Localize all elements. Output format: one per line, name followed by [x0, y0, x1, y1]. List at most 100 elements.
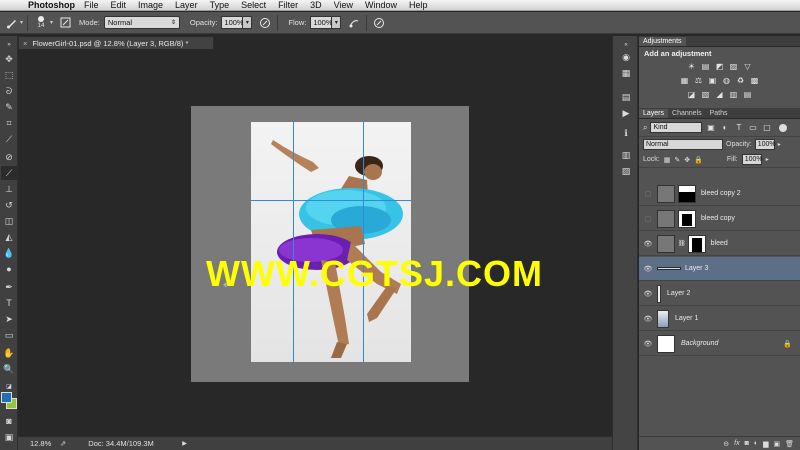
opacity-dropdown-icon[interactable]: ▾ — [243, 16, 253, 29]
pressure-size-icon[interactable] — [371, 15, 387, 31]
menu-view[interactable]: View — [334, 0, 353, 10]
menu-layer[interactable]: Layer — [175, 0, 198, 10]
channel-mixer-icon[interactable]: ♻ — [735, 75, 746, 86]
eye-icon[interactable]: 👁 — [639, 240, 657, 248]
quick-mask-icon[interactable]: ◙ — [1, 414, 17, 428]
menu-edit[interactable]: Edit — [111, 0, 127, 10]
filter-adjustment-icon[interactable]: ◐ — [719, 122, 730, 133]
filter-kind-select[interactable]: Kind — [650, 122, 703, 133]
lock-image-icon[interactable]: ✎ — [674, 156, 680, 164]
layer-mask-thumbnail[interactable] — [678, 209, 696, 228]
brush-size-picker[interactable]: 14 — [32, 16, 50, 29]
status-menu-arrow-icon[interactable]: ▶ — [182, 440, 187, 447]
guide-vertical[interactable] — [363, 122, 364, 362]
layer-row[interactable]: 👁 Layer 2 — [639, 282, 800, 306]
history-brush-tool-icon[interactable]: ↺ — [1, 198, 17, 212]
mode-select[interactable]: Normal ⇕ — [103, 16, 180, 29]
exposure-icon[interactable]: ▨ — [728, 61, 739, 72]
properties-panel-icon[interactable]: ▥ — [618, 148, 634, 162]
guide-vertical[interactable] — [293, 122, 294, 362]
layer-mask-thumbnail[interactable] — [678, 184, 696, 203]
layer-opacity-arrow-icon[interactable]: ▸ — [778, 141, 781, 148]
layer-row[interactable]: 👁 Background 🔒 — [639, 332, 800, 356]
quick-select-tool-icon[interactable]: ✎ — [1, 100, 17, 114]
tab-adjustments[interactable]: Adjustments — [639, 37, 686, 46]
menu-3d[interactable]: 3D — [310, 0, 322, 10]
menu-image[interactable]: Image — [138, 0, 163, 10]
menu-file[interactable]: File — [84, 0, 99, 10]
clone-stamp-tool-icon[interactable]: ⊥ — [1, 182, 17, 196]
gradient-map-icon[interactable]: ▥ — [728, 89, 739, 100]
paint-bucket-tool-icon[interactable]: ◭ — [1, 230, 17, 244]
layer-name[interactable]: bleed copy 2 — [701, 190, 741, 197]
crop-tool-icon[interactable]: ⌗ — [1, 116, 17, 130]
lasso-tool-icon[interactable]: ᘐ — [1, 84, 17, 98]
menu-type[interactable]: Type — [210, 0, 230, 10]
hand-tool-icon[interactable]: ✋ — [1, 346, 17, 360]
tab-layers[interactable]: Layers — [639, 109, 669, 118]
flow-dropdown-icon[interactable]: ▾ — [332, 16, 342, 29]
black-white-icon[interactable]: ▣ — [707, 75, 718, 86]
menu-window[interactable]: Window — [365, 0, 397, 10]
eraser-tool-icon[interactable]: ◫ — [1, 214, 17, 228]
layer-name[interactable]: Background — [681, 340, 718, 347]
brush-tool-icon[interactable] — [4, 15, 20, 31]
filter-smart-object-icon[interactable]: ▢ — [761, 122, 772, 133]
blur-tool-icon[interactable]: 💧 — [1, 246, 17, 260]
link-layers-icon[interactable]: ⊖ — [723, 440, 729, 448]
shape-tool-icon[interactable]: ▭ — [1, 328, 17, 342]
share-icon[interactable]: ⇗ — [60, 439, 66, 448]
new-adjustment-layer-icon[interactable]: ◐ — [754, 440, 758, 447]
fill-input[interactable]: 100% — [741, 154, 763, 165]
swatches-panel-icon[interactable]: ▦ — [618, 66, 634, 80]
hue-saturation-icon[interactable]: ▦ — [679, 75, 690, 86]
document-tab[interactable]: × FlowerGirl-01.psd @ 12.8% (Layer 3, RG… — [18, 36, 214, 49]
tool-preset-arrow-icon[interactable]: ▾ — [20, 19, 23, 26]
color-panel-icon[interactable]: ◉ — [618, 50, 634, 64]
new-group-icon[interactable]: ▆ — [763, 440, 768, 448]
close-icon[interactable]: × — [23, 39, 27, 48]
zoom-level[interactable]: 12.8% — [30, 439, 56, 448]
photo-filter-icon[interactable]: ◍ — [721, 75, 732, 86]
mask-link-icon[interactable]: ⛓ — [678, 240, 686, 247]
visibility-toggle[interactable]: ▢ — [639, 190, 657, 198]
layer-name[interactable]: bleed copy — [701, 215, 735, 222]
actions-panel-icon[interactable]: ▶ — [618, 106, 634, 120]
lock-all-icon[interactable]: 🔒 — [694, 156, 703, 164]
fill-arrow-icon[interactable]: ▸ — [766, 156, 769, 163]
levels-icon[interactable]: ▤ — [700, 61, 711, 72]
layer-row[interactable]: 👁 ⛓ bleed — [639, 232, 800, 256]
eye-icon[interactable]: 👁 — [639, 340, 657, 348]
guide-horizontal[interactable] — [251, 200, 411, 201]
screen-mode-icon[interactable]: ▣ — [1, 430, 17, 444]
filter-type-icon[interactable]: T — [733, 122, 744, 133]
threshold-icon[interactable]: ◢ — [714, 89, 725, 100]
layer-name[interactable]: Layer 2 — [667, 290, 690, 297]
color-balance-icon[interactable]: ⚖ — [693, 75, 704, 86]
eye-icon[interactable]: 👁 — [639, 315, 657, 323]
marquee-tool-icon[interactable]: ⬚ — [1, 68, 17, 82]
toolbar-collapse-icon[interactable]: » — [1, 38, 17, 52]
layer-name[interactable]: bleed — [711, 240, 728, 247]
new-layer-icon[interactable]: ▣ — [773, 440, 780, 448]
filter-toggle-icon[interactable] — [779, 123, 788, 132]
lock-position-icon[interactable]: ✥ — [684, 156, 690, 164]
tab-channels[interactable]: Channels — [668, 109, 706, 118]
app-name-menu[interactable]: Photoshop — [28, 0, 75, 10]
brush-presets-panel-icon[interactable]: ▨ — [618, 164, 634, 178]
fx-icon[interactable]: fx — [734, 440, 739, 447]
trash-icon[interactable]: 🗑 — [785, 440, 794, 448]
brush-picker-arrow-icon[interactable]: ▾ — [50, 19, 53, 26]
visibility-toggle[interactable]: ▢ — [639, 215, 657, 223]
brush-panel-toggle-icon[interactable] — [57, 15, 73, 31]
canvas-area[interactable]: WWW.CGTSJ.COM ⌖ — [18, 49, 612, 436]
selective-color-icon[interactable]: ▤ — [742, 89, 753, 100]
menu-filter[interactable]: Filter — [278, 0, 298, 10]
dodge-tool-icon[interactable]: ● — [1, 262, 17, 276]
menu-select[interactable]: Select — [241, 0, 266, 10]
info-panel-icon[interactable]: ℹ — [618, 126, 634, 140]
foreground-color-swatch[interactable] — [1, 392, 12, 403]
layer-row[interactable]: ▢ bleed copy 2 — [639, 182, 800, 206]
add-mask-icon[interactable]: ◙ — [745, 440, 749, 447]
tab-paths[interactable]: Paths — [706, 109, 732, 118]
